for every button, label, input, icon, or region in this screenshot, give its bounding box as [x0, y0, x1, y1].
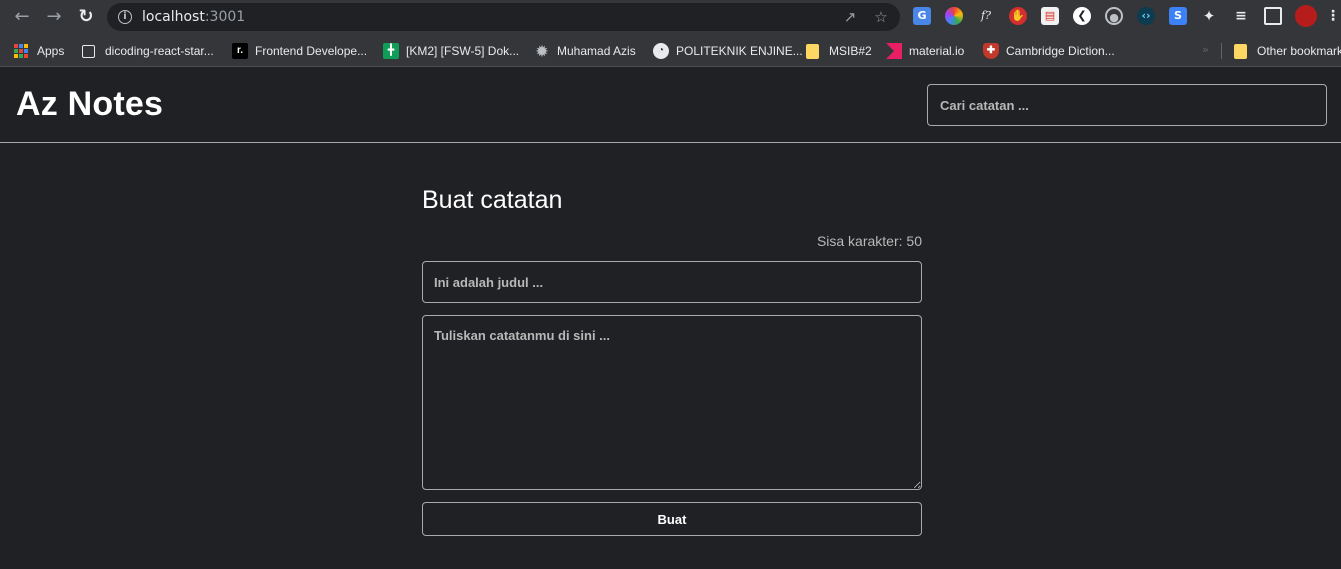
bookmark-msib[interactable]: MSIB#2 — [806, 42, 872, 60]
seal-icon: ✹ — [536, 43, 548, 59]
note-body-input[interactable] — [422, 315, 922, 490]
bookmark-material[interactable]: material.io — [886, 42, 964, 60]
info-icon[interactable]: i — [118, 10, 132, 24]
adblock-extension-icon[interactable]: ✋ — [1009, 7, 1027, 25]
bookmark-label: Cambridge Diction... — [1006, 44, 1115, 58]
bookmark-label: material.io — [909, 44, 965, 58]
app-title[interactable]: Az Notes — [16, 85, 163, 124]
bookmark-label: Apps — [37, 44, 65, 58]
star-icon[interactable]: ☆ — [872, 8, 890, 26]
search-input[interactable] — [927, 84, 1327, 126]
bookmarks-bar: Apps dicoding-react-star... r. Frontend … — [0, 35, 1341, 67]
folder-icon — [1234, 43, 1247, 59]
bookmark-politeknik[interactable]: ◔ POLITEKNIK ENJINE... — [653, 42, 803, 60]
reload-icon[interactable]: ↻ — [75, 6, 97, 28]
folder-icon — [806, 43, 819, 59]
bookmark-cambridge[interactable]: ✚ Cambridge Diction... — [983, 42, 1115, 60]
browser-toolbar: ← → ↻ i localhost:3001 ↗ ☆ G f? ✋ ▤ ❮ ● … — [0, 0, 1341, 35]
puzzle-extensions-icon[interactable]: ✦ — [1200, 7, 1218, 25]
bookmark-label: dicoding-react-star... — [105, 44, 214, 58]
back-icon[interactable]: ← — [11, 6, 33, 28]
cambridge-icon: ✚ — [983, 43, 999, 59]
back-extension-icon[interactable]: ❮ — [1073, 7, 1091, 25]
other-bookmarks[interactable]: Other bookmarks — [1234, 42, 1341, 60]
share-icon[interactable]: ↗ — [841, 8, 859, 26]
bookmark-km2[interactable]: ╋ [KM2] [FSW-5] Dok... — [383, 42, 519, 60]
bookmark-label: MSIB#2 — [829, 44, 872, 58]
note-title-input[interactable] — [422, 261, 922, 303]
url-host: localhost — [142, 9, 205, 25]
forward-icon[interactable]: → — [43, 6, 65, 28]
bookmark-label: Frontend Develope... — [255, 44, 368, 58]
bookmark-label: POLITEKNIK ENJINE... — [676, 44, 803, 58]
bookmark-label: [KM2] [FSW-5] Dok... — [406, 44, 520, 58]
page-icon — [82, 44, 95, 58]
color-picker-extension-icon[interactable] — [945, 7, 963, 25]
other-bookmarks-label: Other bookmarks — [1257, 44, 1341, 58]
side-panel-icon[interactable] — [1264, 7, 1282, 25]
create-note-button[interactable]: Buat — [422, 502, 922, 536]
sheets-icon: ╋ — [383, 43, 399, 59]
profile-avatar-icon[interactable] — [1295, 5, 1317, 27]
app-header: Az Notes — [0, 68, 1341, 143]
target-extension-icon[interactable]: ● — [1105, 7, 1123, 25]
globe-icon: ◔ — [653, 43, 669, 59]
bookmarks-divider — [1221, 43, 1222, 59]
s-extension-icon[interactable]: S — [1169, 7, 1187, 25]
char-limit-text: Sisa karakter: 50 — [816, 233, 922, 249]
bookmark-frontend[interactable]: r. Frontend Develope... — [232, 42, 367, 60]
bookmark-dicoding[interactable]: dicoding-react-star... — [82, 42, 214, 60]
address-bar[interactable]: i localhost:3001 ↗ ☆ — [107, 3, 900, 31]
media-queue-icon[interactable]: ≡ — [1232, 7, 1250, 25]
code-extension-icon[interactable]: ‹› — [1137, 7, 1155, 25]
menu-kebab-icon[interactable]: ⋮ — [1326, 7, 1340, 25]
translate-extension-icon[interactable]: G — [913, 7, 931, 25]
bookmark-muhamad-azis[interactable]: ✹ Muhamad Azis — [534, 42, 636, 60]
material-icon — [886, 43, 902, 59]
apps-grid-icon — [14, 44, 28, 58]
form-heading: Buat catatan — [422, 186, 563, 214]
calendar-extension-icon[interactable]: ▤ — [1041, 7, 1059, 25]
r-logo-icon: r. — [232, 43, 248, 59]
formula-extension-icon[interactable]: f? — [977, 7, 995, 25]
bookmark-apps[interactable]: Apps — [14, 42, 64, 60]
bookmark-label: Muhamad Azis — [557, 44, 636, 58]
url-port: :3001 — [204, 9, 246, 25]
address-url[interactable]: localhost:3001 — [142, 9, 245, 25]
bookmarks-overflow-icon[interactable]: » — [1202, 43, 1209, 56]
